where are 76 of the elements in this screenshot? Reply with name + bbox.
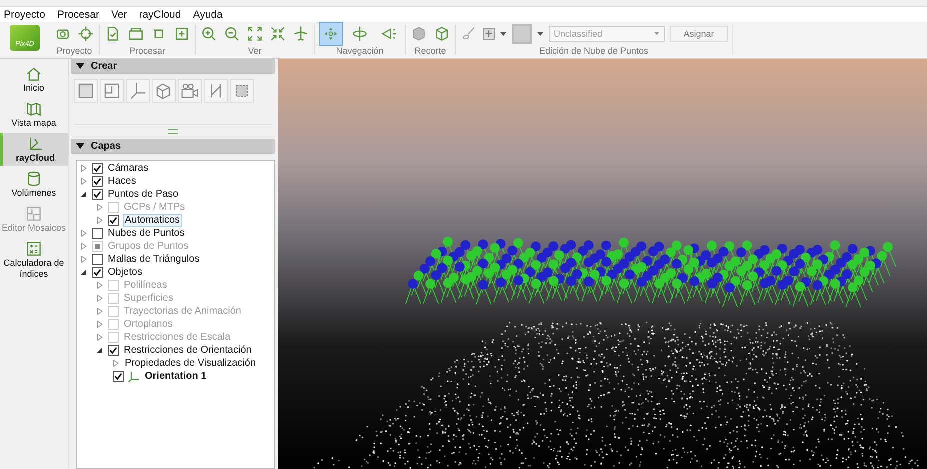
checkbox[interactable]	[92, 267, 103, 278]
line-tool-icon[interactable]	[204, 79, 228, 103]
home-icon	[25, 65, 43, 83]
triangle-icon	[76, 63, 85, 70]
sidebar-item[interactable]: Volúmenes	[0, 168, 68, 201]
checkbox[interactable]	[92, 254, 103, 265]
zoom-out-icon[interactable]	[223, 25, 241, 43]
add-class-button[interactable]	[483, 28, 495, 40]
checkbox[interactable]	[113, 371, 124, 382]
checkbox[interactable]	[108, 345, 119, 356]
3d-viewport[interactable]	[278, 59, 927, 469]
toolbar-group-label: Procesar	[129, 46, 166, 56]
menu-item[interactable]: Procesar	[51, 8, 106, 20]
class-color-button[interactable]	[512, 24, 532, 44]
layer-item[interactable]: Propiedades de Visualización	[124, 358, 258, 369]
layer-item[interactable]: Objetos	[107, 267, 144, 278]
sidebar-item[interactable]: Calculadora de índices	[0, 238, 68, 282]
expand-arrow-icon[interactable]	[81, 269, 88, 276]
splitter-handle[interactable]	[168, 128, 178, 134]
layer-item[interactable]: Nubes de Puntos	[107, 228, 186, 239]
layer-item[interactable]: Mallas de Triángulos	[107, 254, 201, 265]
menu-item[interactable]: rayCloud	[133, 8, 188, 20]
menu-item[interactable]: Ayuda	[187, 8, 229, 20]
layer-item[interactable]: Restricciones de Orientación	[123, 345, 253, 356]
checkbox[interactable]	[92, 189, 103, 200]
grid-tool-icon[interactable]	[230, 79, 254, 103]
triangle-icon	[76, 143, 85, 150]
mosaic-icon	[25, 205, 43, 223]
toolbar-group-label: Proyecto	[56, 46, 92, 56]
toolbar-group-label: Ver	[248, 46, 262, 56]
cylinder-icon	[25, 170, 43, 188]
panel-header[interactable]: Capas	[71, 139, 275, 154]
sidebar-item[interactable]: Inicio	[0, 63, 68, 96]
toolbar-group-label: Navegación	[336, 46, 384, 56]
video-camera-tool-icon[interactable]	[178, 79, 202, 103]
menu-item[interactable]: Proyecto	[3, 8, 52, 20]
caret-icon	[654, 32, 660, 36]
panel-header[interactable]: Crear	[71, 59, 275, 74]
pan-arrows-icon	[322, 25, 340, 43]
sidebar-item[interactable]: rayCloud	[0, 133, 68, 166]
calculator-icon	[25, 240, 43, 258]
airplane-icon[interactable]	[292, 25, 310, 43]
caret-icon[interactable]	[500, 32, 507, 36]
expand-arrow-icon[interactable]	[81, 191, 88, 198]
document-plus-icon[interactable]	[173, 25, 191, 43]
layer-item[interactable]: Puntos de Paso	[107, 189, 180, 200]
checkbox[interactable]	[108, 215, 119, 226]
cube-icon[interactable]	[410, 25, 428, 43]
collapse-icon[interactable]	[269, 25, 287, 43]
folder-icon[interactable]	[127, 25, 145, 43]
cube-outline-icon[interactable]	[433, 25, 451, 43]
menu-item[interactable]: Ver	[105, 8, 134, 20]
axes-tool-icon[interactable]	[126, 79, 150, 103]
map-icon	[25, 100, 43, 118]
navigation-mode-button[interactable]	[319, 22, 343, 46]
expand-arrow-icon[interactable]	[97, 347, 104, 354]
orbit-icon	[351, 25, 369, 43]
layer-item[interactable]: Orientation 1	[144, 371, 208, 382]
layer-item[interactable]: Automaticos	[123, 214, 182, 227]
layer-item[interactable]: Haces	[107, 176, 138, 187]
expand-icon[interactable]	[246, 25, 264, 43]
checkbox[interactable]	[92, 176, 103, 187]
zoom-in-icon[interactable]	[200, 25, 218, 43]
checkbox[interactable]	[92, 228, 103, 239]
toolbar-group-label: Edición de Nube de Puntos	[539, 46, 649, 56]
rectangle-tool-icon[interactable]	[74, 79, 98, 103]
checkbox[interactable]	[92, 163, 103, 174]
assign-button[interactable]: Asignar	[670, 26, 728, 42]
crosshair-icon[interactable]	[77, 25, 95, 43]
surface-tool-icon[interactable]	[100, 79, 124, 103]
box-tool-icon[interactable]	[152, 79, 176, 103]
layer-item[interactable]: Cámaras	[107, 163, 150, 174]
caret-icon[interactable]	[537, 32, 544, 36]
toolbar-group-label: Recorte	[414, 46, 446, 56]
sidebar-item[interactable]: Vista mapa	[0, 98, 68, 131]
axes-icon	[128, 370, 140, 382]
